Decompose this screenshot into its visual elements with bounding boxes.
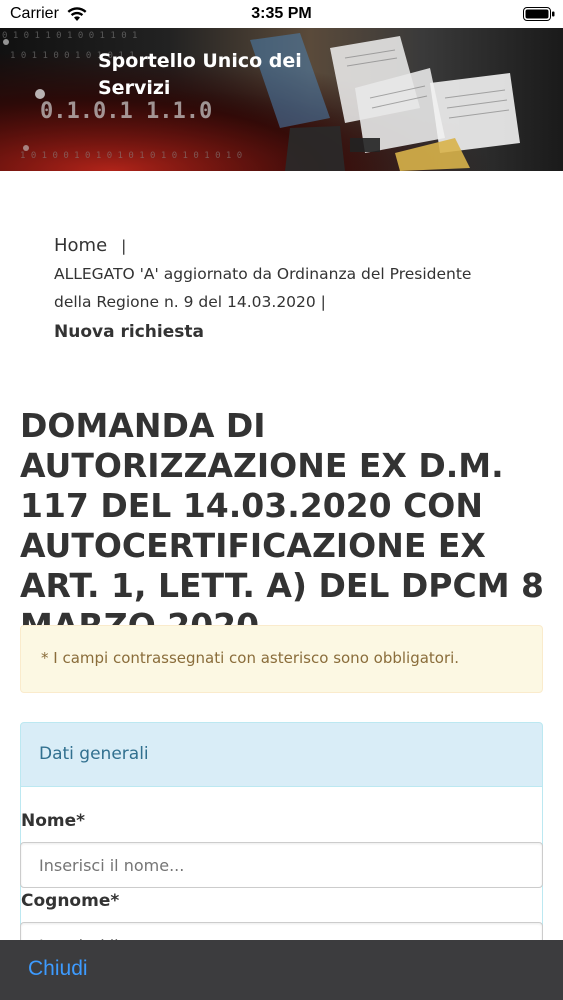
svg-text:1 0 1 0 0 1 0 1 0 1 0 1 0 1 0: 1 0 1 0 0 1 0 1 0 1 0 1 0 1 0 1 0 1 0 1 …	[20, 151, 242, 161]
status-bar: Carrier 3:35 PM	[0, 0, 563, 28]
page-title: DOMANDA DI AUTORIZZAZIONE EX D.M. 117 DE…	[20, 406, 544, 645]
cognome-label: Cognome*	[21, 891, 120, 911]
clock-label: 3:35 PM	[251, 5, 312, 22]
required-fields-notice: * I campi contrassegnati con asterisco s…	[20, 625, 543, 693]
close-button[interactable]: Chiudi	[28, 957, 88, 981]
breadcrumb-current: Nuova richiesta	[54, 322, 204, 342]
battery-icon	[523, 7, 555, 21]
breadcrumb-home-link[interactable]: Home	[54, 235, 107, 256]
site-title: Sportello Unico dei Servizi	[98, 50, 302, 99]
section-heading-dati-generali: Dati generali	[20, 722, 543, 787]
breadcrumb-separator: |	[121, 237, 127, 255]
breadcrumb: Home | ALLEGATO 'A' aggiornato da Ordinan…	[54, 232, 494, 346]
svg-text:0.1.0.1 1.1.0: 0.1.0.1 1.1.0	[40, 99, 212, 124]
bottom-toolbar: Chiudi	[0, 940, 563, 1000]
nome-label: Nome*	[21, 811, 86, 831]
breadcrumb-parent-link[interactable]: ALLEGATO 'A' aggiornato da Ordinanza del…	[54, 260, 494, 316]
svg-text:0 1 0 1 1 0 1 0 0 1 1 0 1: 0 1 0 1 1 0 1 0 0 1 1 0 1	[2, 31, 137, 41]
nome-input[interactable]	[20, 842, 543, 888]
header-banner: 0 1 0 1 1 0 1 0 0 1 1 0 1 1 0 1 1 0 0 1 …	[0, 28, 563, 171]
